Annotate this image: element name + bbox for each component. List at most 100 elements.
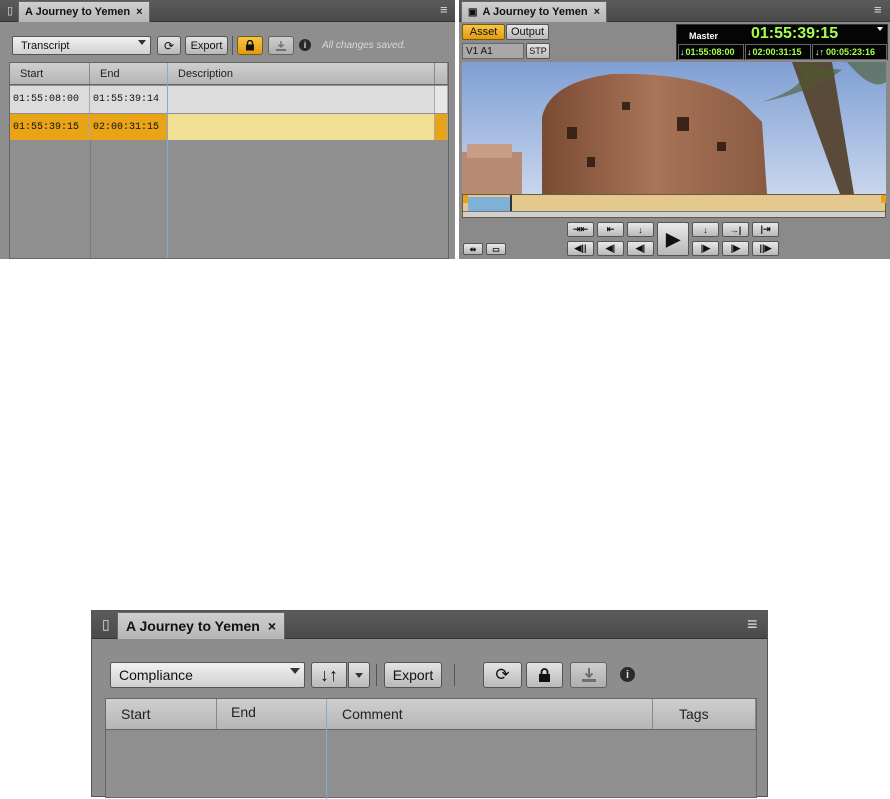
- column-header-start[interactable]: Start: [106, 699, 217, 729]
- export-button[interactable]: Export: [185, 36, 228, 55]
- toolbar-divider: [376, 664, 377, 686]
- view-dropdown[interactable]: Compliance: [110, 662, 305, 688]
- column-header-start[interactable]: Start: [10, 63, 90, 84]
- row-start: 01:55:08:00: [10, 86, 90, 113]
- step-forward-button[interactable]: |▶: [692, 241, 719, 256]
- column-header-end[interactable]: End: [217, 699, 327, 729]
- column-header-comment[interactable]: Comment: [327, 699, 653, 729]
- save-status: All changes saved.: [322, 40, 406, 51]
- mark-in-flag[interactable]: [463, 195, 468, 203]
- column-header-tags[interactable]: Tags: [653, 699, 756, 729]
- lock-button[interactable]: [526, 662, 563, 688]
- video-viewer[interactable]: [462, 62, 886, 194]
- duration-icon: ↓↑: [815, 47, 824, 57]
- left-tab-title: A Journey to Yemen: [25, 6, 131, 18]
- transport-glyph: |▶: [730, 243, 741, 253]
- transport-glyph: ||▶: [759, 243, 772, 253]
- close-icon[interactable]: ×: [268, 618, 276, 634]
- fit-width-button[interactable]: ⇹: [463, 243, 483, 255]
- sort-options-button[interactable]: [348, 662, 370, 688]
- output-tab-label: Output: [510, 26, 545, 38]
- right-document-tab[interactable]: ▣ A Journey to Yemen ×: [461, 1, 608, 22]
- lock-button[interactable]: [237, 36, 263, 55]
- row-description[interactable]: [168, 114, 435, 140]
- master-timecode: 01:55:39:15: [751, 25, 839, 42]
- asset-tab[interactable]: Asset: [462, 24, 505, 40]
- close-icon[interactable]: ×: [594, 6, 600, 18]
- view-dropdown[interactable]: Transcript: [12, 36, 151, 55]
- mark-out-flag[interactable]: [881, 195, 886, 203]
- bottom-tab-bar: ▯ A Journey to Yemen × ≡: [92, 611, 767, 639]
- duration-readout: ↓↑ 00:05:23:16: [812, 44, 887, 60]
- fast-forward-button[interactable]: ||▶: [752, 241, 779, 256]
- refresh-icon: ⟳: [495, 665, 510, 684]
- bottom-document-tab[interactable]: A Journey to Yemen ×: [117, 612, 286, 639]
- transport-glyph: ⇤: [606, 224, 615, 234]
- play-button[interactable]: ▶: [657, 222, 689, 256]
- timecode-display[interactable]: Master 01:55:39:15 ↓ 01:55:08:00 ↓ 02:00…: [676, 24, 888, 60]
- row-end: 02:00:31:15: [90, 114, 168, 140]
- info-icon[interactable]: i: [299, 39, 311, 51]
- fit-icon: ⇹: [469, 244, 477, 254]
- close-icon[interactable]: ×: [136, 6, 142, 18]
- table-row[interactable]: 01:55:08:00 01:55:39:14: [10, 86, 448, 113]
- transport-glyph: ◀||: [574, 243, 587, 253]
- rewind-button[interactable]: ◀||: [567, 241, 594, 256]
- view-dropdown-value: Transcript: [21, 39, 70, 52]
- toolbar-divider: [454, 664, 455, 686]
- export-button[interactable]: Export: [384, 662, 442, 688]
- lock-icon: [539, 667, 550, 682]
- left-document-tab[interactable]: A Journey to Yemen ×: [18, 1, 150, 22]
- transport-glyph: ◀|: [635, 243, 646, 253]
- refresh-button[interactable]: ⟳: [157, 36, 181, 55]
- sort-button[interactable]: ↓↑: [311, 662, 347, 688]
- panel-pin-icon[interactable]: ▯: [7, 4, 13, 17]
- right-tab-bar: ▣ A Journey to Yemen × ≡: [459, 0, 890, 22]
- info-icon[interactable]: i: [620, 667, 635, 682]
- keyboard-button[interactable]: ▭: [486, 243, 506, 255]
- column-header-description[interactable]: Description: [168, 63, 435, 84]
- panel-menu-icon[interactable]: ≡: [440, 2, 448, 17]
- playhead-line: [167, 63, 168, 258]
- timeline-scrubber[interactable]: [462, 194, 886, 218]
- output-tab[interactable]: Output: [506, 24, 549, 40]
- chevron-down-icon: [290, 668, 300, 674]
- download-button[interactable]: [570, 662, 607, 688]
- stp-label: STP: [529, 46, 547, 56]
- transport-glyph: ◀|: [605, 243, 616, 253]
- mark-out-timecode: 02:00:31:15: [752, 47, 802, 57]
- refresh-button[interactable]: ⟳: [483, 662, 522, 688]
- panel-menu-icon[interactable]: ≡: [874, 2, 882, 17]
- row-description[interactable]: [168, 86, 435, 113]
- track-selector[interactable]: V1 A1: [462, 43, 524, 59]
- step-back-10-button[interactable]: ◀|: [597, 241, 624, 256]
- table-row-selected[interactable]: 01:55:39:15 02:00:31:15: [10, 114, 448, 140]
- transcript-grid: Start End Description 01:55:08:00 01:55:…: [9, 62, 449, 259]
- right-tab-title: A Journey to Yemen: [482, 6, 588, 18]
- row-scroll-gutter: [435, 86, 448, 113]
- bottom-tab-title: A Journey to Yemen: [126, 618, 260, 634]
- download-icon: [581, 668, 596, 682]
- go-to-in-button[interactable]: ⇤: [597, 222, 624, 237]
- stp-button[interactable]: STP: [526, 43, 550, 59]
- row-start: 01:55:39:15: [10, 114, 90, 140]
- mark-out-button[interactable]: ↓: [692, 222, 719, 237]
- panel-menu-icon[interactable]: ≡: [747, 614, 758, 635]
- transport-glyph: ↓: [638, 224, 643, 235]
- panel-pin-icon[interactable]: ▯: [102, 616, 110, 633]
- mark-in-button[interactable]: ↓: [627, 222, 654, 237]
- transport-glyph: |⇥: [760, 224, 771, 234]
- go-to-out-button[interactable]: →|: [722, 222, 749, 237]
- chevron-down-icon[interactable]: [877, 27, 883, 31]
- step-back-button[interactable]: ◀|: [627, 241, 654, 256]
- download-button[interactable]: [268, 36, 294, 55]
- mark-clip-button[interactable]: ⇥⇤: [567, 222, 594, 237]
- transport-glyph: |▶: [700, 243, 711, 253]
- column-header-end[interactable]: End: [90, 63, 168, 84]
- mark-in-readout: ↓ 01:55:08:00: [678, 44, 744, 60]
- next-mark-button[interactable]: |⇥: [752, 222, 779, 237]
- column-header-spacer: [435, 63, 448, 84]
- mark-in-timecode: 01:55:08:00: [685, 47, 735, 57]
- step-forward-10-button[interactable]: |▶: [722, 241, 749, 256]
- chevron-down-icon: [355, 672, 363, 678]
